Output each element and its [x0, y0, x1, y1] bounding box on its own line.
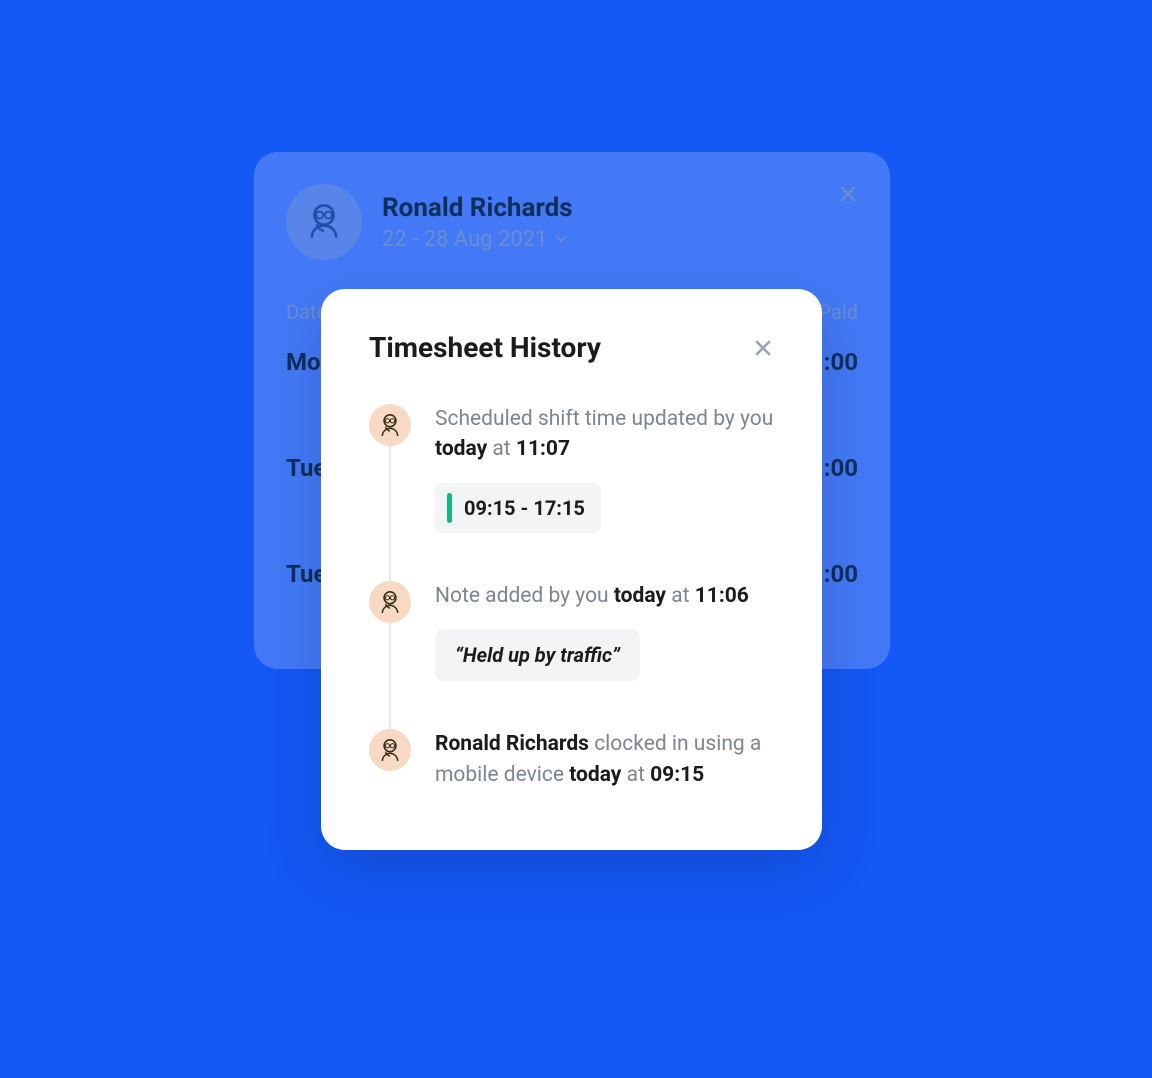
chip-accent-bar: [447, 493, 452, 523]
avatar-person-icon: [373, 733, 407, 767]
employee-name: Ronald Richards: [382, 193, 818, 223]
row-time: :00: [824, 348, 858, 376]
col-paid: Paid: [818, 300, 858, 324]
date-range-selector[interactable]: 22 - 28 Aug 2021: [382, 227, 818, 252]
avatar: [286, 184, 362, 260]
shift-time-value: 09:15 - 17:15: [464, 496, 585, 520]
event-avatar: [369, 581, 411, 623]
avatar-person-icon: [373, 408, 407, 442]
modal-title: Timesheet History: [369, 331, 601, 364]
avatar-person-icon: [373, 585, 407, 619]
close-icon: [753, 338, 773, 358]
avatar-person-icon: [296, 194, 352, 250]
date-range-label: 22 - 28 Aug 2021: [382, 227, 548, 252]
close-modal-button[interactable]: [752, 337, 774, 359]
timesheet-history-modal: Timesheet History Sc: [321, 289, 822, 850]
row-time: :00: [824, 454, 858, 482]
event-description: Ronald Richards clocked in using a mobil…: [435, 729, 774, 790]
timeline-event: Scheduled shift time updated by you toda…: [369, 404, 774, 533]
card-header: Ronald Richards 22 - 28 Aug 2021: [286, 184, 858, 260]
note-text: “Held up by traffic”: [455, 643, 620, 667]
row-time: :00: [824, 560, 858, 588]
note-chip: “Held up by traffic”: [435, 629, 640, 681]
event-description: Note added by you today at 11:06: [435, 581, 774, 611]
close-card-button[interactable]: [838, 184, 858, 208]
timeline: Scheduled shift time updated by you toda…: [369, 404, 774, 790]
chevron-down-icon: [556, 234, 566, 244]
close-icon: [838, 184, 858, 204]
timeline-event: Note added by you today at 11:06 “Held u…: [369, 581, 774, 681]
event-avatar: [369, 404, 411, 446]
event-description: Scheduled shift time updated by you toda…: [435, 404, 774, 465]
shift-time-chip: 09:15 - 17:15: [435, 483, 601, 533]
timeline-event: Ronald Richards clocked in using a mobil…: [369, 729, 774, 790]
event-avatar: [369, 729, 411, 771]
